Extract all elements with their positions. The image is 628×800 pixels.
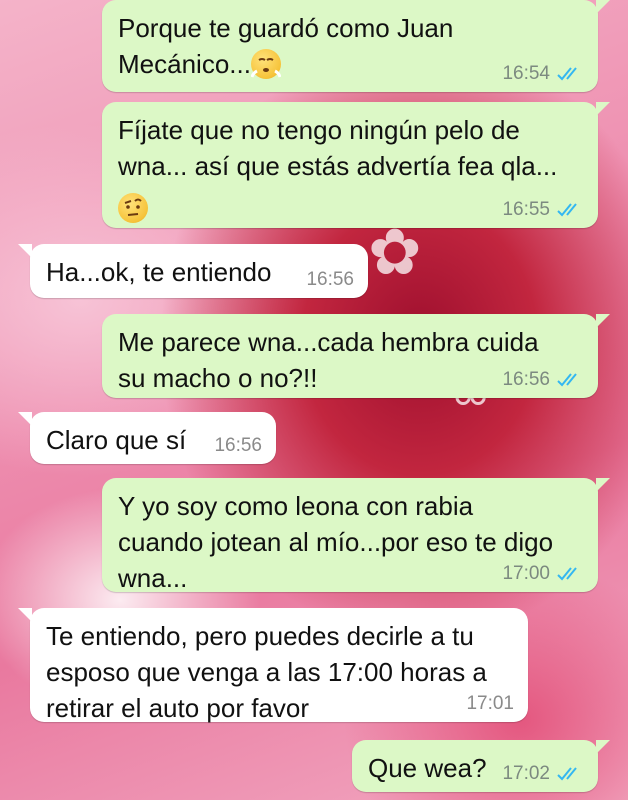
message-meta: 16:56 [306,270,354,290]
message-text: esposo que venga a las 17:00 horas a [46,657,487,687]
read-ticks-icon [557,67,577,81]
message-time: 17:00 [502,563,550,584]
message-bubble-incoming[interactable]: Te entiendo, pero puedes decirle a tu es… [18,608,528,723]
message-text: Te entiendo, pero puedes decirle a tu [46,621,474,651]
read-ticks-icon [557,567,577,581]
face-with-steam-from-nose-icon [250,49,281,79]
message-bubble-outgoing[interactable]: Y yo soy como leona con rabia cuando jot… [102,478,610,593]
message-meta: 16:56 [214,436,262,456]
message-meta: 16:56 [502,370,584,390]
message-bubble-outgoing[interactable]: Que wea? 17:02 [352,740,610,792]
message-meta: 17:02 [502,764,584,784]
message-text: wna... así que estás advertía fea qla... [118,151,558,181]
message-time: 16:56 [306,269,354,290]
message-time: 16:54 [502,63,550,84]
read-ticks-icon [557,373,577,387]
message-bubble-outgoing[interactable]: Porque te guardó como Juan Mecánico... 1… [102,0,610,92]
message-text: Porque te guardó como Juan [118,13,454,43]
message-text: retirar el auto por favor [46,693,310,723]
message-time: 17:02 [502,763,550,784]
message-text-line: Mecánico... [118,49,251,79]
message-text: Y yo soy como leona con rabia [118,491,474,521]
message-meta: 17:00 [502,564,584,584]
message-bubble-outgoing[interactable]: Me parece wna...cada hembra cuida su mac… [102,314,610,398]
message-meta: 17:01 [466,694,514,714]
message-bubble-outgoing[interactable]: Fíjate que no tengo ningún pelo de wna..… [102,102,610,228]
message-meta: 16:55 [502,200,584,220]
background-flower: ✿ [368,216,422,288]
message-time: 16:55 [502,199,550,220]
message-time: 16:56 [214,435,262,456]
message-bubble-incoming[interactable]: Ha...ok, te entiendo 16:56 [18,244,368,298]
message-meta: 16:54 [502,64,584,84]
message-time: 17:01 [466,693,514,714]
read-ticks-icon [557,767,577,781]
message-text: Me parece wna...cada hembra cuida [118,327,539,357]
message-bubble-incoming[interactable]: Claro que sí 16:56 [18,412,276,464]
message-time: 16:56 [502,369,550,390]
message-text: Fíjate que no tengo ningún pelo de [118,115,520,145]
read-ticks-icon [557,203,577,217]
message-text: cuando jotean al mío...por eso te digo [118,527,554,557]
face-with-raised-eyebrow-icon [118,193,148,223]
